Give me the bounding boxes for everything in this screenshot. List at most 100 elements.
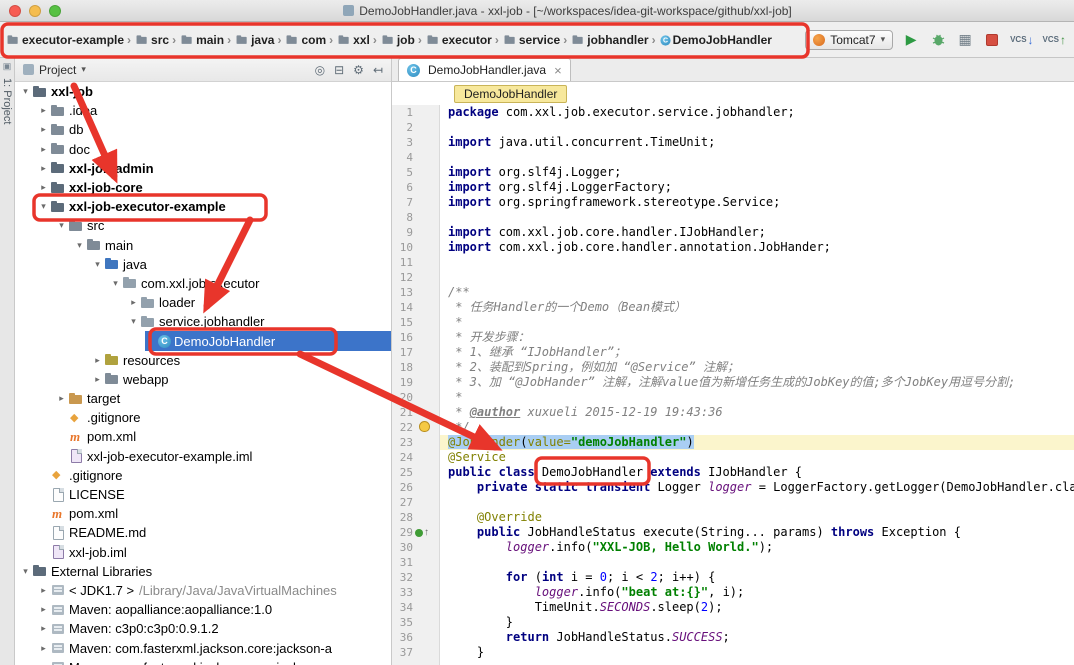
line-number-11[interactable]: 11: [392, 255, 439, 270]
tree-item-com.xxl.job.executor[interactable]: ▾com.xxl.job.executor: [15, 274, 391, 293]
override-marker-icon[interactable]: ↑: [415, 526, 429, 539]
expand-right-icon[interactable]: ▸: [37, 623, 50, 634]
line-number-17[interactable]: 17: [392, 345, 439, 360]
code-line-21[interactable]: * @author xuxueli 2015-12-19 19:43:36: [440, 405, 1074, 420]
code-line-23[interactable]: @JobHander(value="demoJobHandler"): [440, 435, 1074, 450]
line-number-28[interactable]: 28: [392, 510, 439, 525]
locate-icon[interactable]: ◎: [315, 63, 325, 77]
expand-down-icon[interactable]: ▾: [127, 316, 140, 327]
expand-right-icon[interactable]: ▸: [37, 604, 50, 615]
line-number-23[interactable]: 23: [392, 435, 439, 450]
line-number-13[interactable]: 13: [392, 285, 439, 300]
code-line-16[interactable]: * 开发步骤：: [440, 330, 1074, 345]
tree-item-main[interactable]: ▾main: [15, 236, 391, 255]
expand-down-icon[interactable]: ▾: [19, 86, 32, 97]
tree-item-xxl-job-executor-example.iml[interactable]: xxl-job-executor-example.iml: [15, 447, 391, 466]
code-line-13[interactable]: /**: [440, 285, 1074, 300]
expand-right-icon[interactable]: ▸: [37, 124, 50, 135]
line-number-8[interactable]: 8: [392, 210, 439, 225]
tree-item-.gitignore[interactable]: .gitignore: [15, 466, 391, 485]
expand-right-icon[interactable]: ▸: [91, 355, 104, 366]
tree-item-src[interactable]: ▾src: [15, 216, 391, 235]
breadcrumb-item-executor-example[interactable]: executor-example: [4, 31, 125, 49]
zoom-window-button[interactable]: [49, 5, 61, 17]
tree-item-resources[interactable]: ▸resources: [15, 351, 391, 370]
expand-down-icon[interactable]: ▾: [109, 278, 122, 289]
code-line-31[interactable]: [440, 555, 1074, 570]
tree-item-xxl-job-core[interactable]: ▸xxl-job-core: [15, 178, 391, 197]
tree-item-.gitignore[interactable]: .gitignore: [15, 408, 391, 427]
intention-bulb-icon[interactable]: [419, 421, 430, 432]
line-number-18[interactable]: 18: [392, 360, 439, 375]
collapse-all-icon[interactable]: ⊟: [334, 63, 344, 77]
line-number-4[interactable]: 4: [392, 150, 439, 165]
code-line-1[interactable]: package com.xxl.job.executor.service.job…: [440, 105, 1074, 120]
line-number-24[interactable]: 24: [392, 450, 439, 465]
tab-demojobhandler-java[interactable]: DemoJobHandler.java ×: [398, 58, 571, 81]
breadcrumb-item-executor[interactable]: executor: [424, 31, 493, 49]
code-line-22[interactable]: */: [440, 420, 1074, 435]
tree-item-maven-aopalliance-aopalliance-1.0[interactable]: ▸Maven: aopalliance:aopalliance:1.0: [15, 600, 391, 619]
tree-item-xxl-job.iml[interactable]: xxl-job.iml: [15, 543, 391, 562]
tree-item-pom.xml[interactable]: pom.xml: [15, 504, 391, 523]
tree-item-readme.md[interactable]: README.md: [15, 523, 391, 542]
breadcrumb-item-src[interactable]: src: [133, 31, 170, 49]
expand-right-icon[interactable]: ▸: [37, 144, 50, 155]
line-number-27[interactable]: 27: [392, 495, 439, 510]
line-number-31[interactable]: 31: [392, 555, 439, 570]
tree-item-java[interactable]: ▾java: [15, 255, 391, 274]
code-line-9[interactable]: import com.xxl.job.core.handler.IJobHand…: [440, 225, 1074, 240]
breadcrumb-item-service[interactable]: service: [501, 31, 561, 49]
code-line-34[interactable]: TimeUnit.SECONDS.sleep(2);: [440, 600, 1074, 615]
project-view-select[interactable]: Project ▾: [23, 63, 86, 77]
expand-right-icon[interactable]: ▸: [55, 393, 68, 404]
tree-item-loader[interactable]: ▸loader: [15, 293, 391, 312]
tree-item-target[interactable]: ▸target: [15, 389, 391, 408]
code-line-36[interactable]: return JobHandleStatus.SUCCESS;: [440, 630, 1074, 645]
code-line-33[interactable]: logger.info("beat at:{}", i);: [440, 585, 1074, 600]
tree-item-pom.xml[interactable]: pom.xml: [15, 427, 391, 446]
debug-button[interactable]: [929, 31, 947, 49]
line-number-34[interactable]: 34: [392, 600, 439, 615]
code-line-32[interactable]: for (int i = 0; i < 2; i++) {: [440, 570, 1074, 585]
expand-down-icon[interactable]: ▾: [91, 259, 104, 270]
project-stripe-button[interactable]: 1: Project: [1, 78, 13, 124]
breadcrumb-item-jobhandler[interactable]: jobhandler: [569, 31, 649, 49]
expand-down-icon[interactable]: ▾: [37, 201, 50, 212]
code-line-12[interactable]: [440, 270, 1074, 285]
minimize-window-button[interactable]: [29, 5, 41, 17]
code-line-29[interactable]: public JobHandleStatus execute(String...…: [440, 525, 1074, 540]
tree-item-db[interactable]: ▸db: [15, 120, 391, 139]
line-number-32[interactable]: 32: [392, 570, 439, 585]
tree-item-service.jobhandler[interactable]: ▾service.jobhandler: [15, 312, 391, 331]
tree-item-xxl-job-admin[interactable]: ▸xxl-job-admin: [15, 159, 391, 178]
line-number-33[interactable]: 33: [392, 585, 439, 600]
tree-item-license[interactable]: LICENSE: [15, 485, 391, 504]
code-line-19[interactable]: * 3、加 “@JobHander” 注解，注解value值为新增任务生成的Jo…: [440, 375, 1074, 390]
line-number-7[interactable]: 7: [392, 195, 439, 210]
tree-item-xxl-job[interactable]: ▾xxl-job: [15, 82, 391, 101]
line-number-2[interactable]: 2: [392, 120, 439, 135]
expand-right-icon[interactable]: ▸: [91, 374, 104, 385]
breadcrumb-item-job[interactable]: job: [379, 31, 416, 49]
line-number-15[interactable]: 15: [392, 315, 439, 330]
vcs-commit-button[interactable]: VCS ↑: [1043, 31, 1066, 49]
expand-right-icon[interactable]: ▸: [37, 182, 50, 193]
code-line-4[interactable]: [440, 150, 1074, 165]
coverage-button[interactable]: ▦: [956, 31, 974, 49]
expand-right-icon[interactable]: ▸: [37, 163, 50, 174]
line-number-12[interactable]: 12: [392, 270, 439, 285]
tree-item-doc[interactable]: ▸doc: [15, 140, 391, 159]
breadcrumb-item-main[interactable]: main: [178, 31, 225, 49]
breadcrumb-item-xxl[interactable]: xxl: [335, 31, 371, 49]
code-line-2[interactable]: [440, 120, 1074, 135]
code-line-25[interactable]: public class DemoJobHandler extends IJob…: [440, 465, 1074, 480]
line-number-14[interactable]: 14: [392, 300, 439, 315]
code-line-20[interactable]: *: [440, 390, 1074, 405]
line-number-16[interactable]: 16: [392, 330, 439, 345]
stop-button[interactable]: [983, 31, 1001, 49]
code-line-6[interactable]: import org.slf4j.LoggerFactory;: [440, 180, 1074, 195]
breadcrumb-item-java[interactable]: java: [233, 31, 275, 49]
code-line-15[interactable]: *: [440, 315, 1074, 330]
line-number-22[interactable]: 22: [392, 420, 439, 435]
